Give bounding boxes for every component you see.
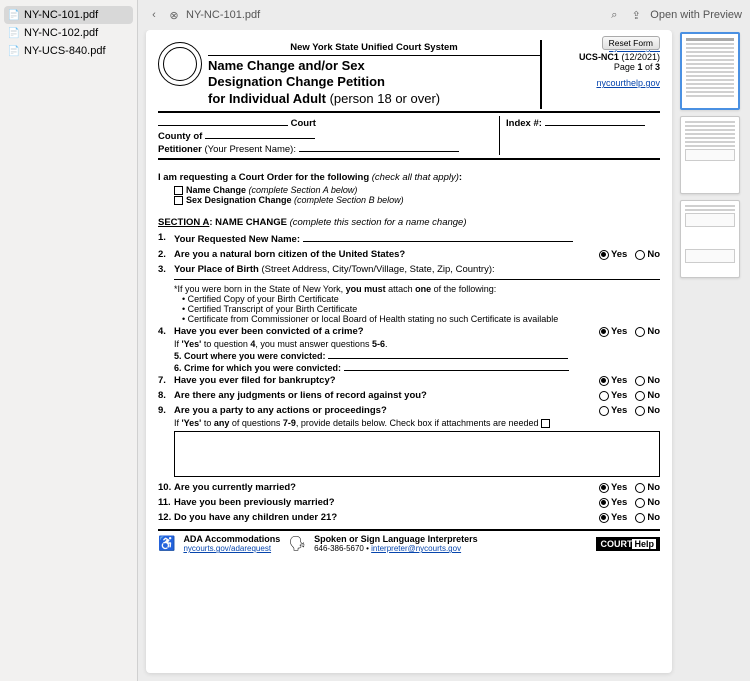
- q12-no-radio[interactable]: [635, 513, 645, 523]
- attachments-checkbox[interactable]: [541, 419, 550, 428]
- details-textbox[interactable]: [174, 431, 660, 477]
- back-icon[interactable]: ‹: [146, 7, 162, 23]
- interpreter-icon: 🗣: [288, 535, 306, 552]
- document-page[interactable]: Reset Form New York State Unified Court …: [146, 30, 672, 673]
- file-item[interactable]: 📄 NY-NC-102.pdf: [4, 24, 133, 42]
- request-intro: I am requesting a Court Order for the fo…: [158, 170, 660, 185]
- toolbar: ‹ ⊗ NY-NC-101.pdf ⌕ ⇪ Open with Preview: [138, 0, 750, 30]
- page-thumbnail-1[interactable]: [680, 32, 740, 110]
- name-change-checkbox[interactable]: [174, 186, 183, 195]
- sex-change-checkbox[interactable]: [174, 196, 183, 205]
- main-area: ‹ ⊗ NY-NC-101.pdf ⌕ ⇪ Open with Preview …: [138, 0, 750, 681]
- state-seal-icon: [158, 42, 202, 86]
- tab-title: NY-NC-101.pdf: [186, 9, 260, 21]
- file-item[interactable]: 📄 NY-NC-101.pdf: [4, 6, 133, 24]
- file-sidebar: 📄 NY-NC-101.pdf 📄 NY-NC-102.pdf 📄 NY-UCS…: [0, 0, 138, 681]
- q11-yes-radio[interactable]: [599, 498, 609, 508]
- section-a-header: SECTION A: NAME CHANGE (complete this se…: [158, 215, 660, 230]
- pdf-icon: 📄: [8, 8, 20, 22]
- form-header: New York State Unified Court System Name…: [158, 40, 660, 113]
- org-name: New York State Unified Court System: [208, 40, 540, 56]
- birth-bullets: Certified Copy of your Birth Certificate…: [158, 294, 660, 324]
- form-title: Name Change and/or Sex Designation Chang…: [208, 56, 540, 109]
- pdf-icon: 📄: [8, 26, 20, 40]
- ada-link[interactable]: nycourts.gov/adarequest: [183, 544, 280, 553]
- caption-block: Court County of Petitioner (Your Present…: [158, 113, 660, 160]
- file-name: NY-UCS-840.pdf: [24, 45, 106, 57]
- q4-yes-radio[interactable]: [599, 327, 609, 337]
- form-meta: nycourts.gov UCS-NC1 (12/2021) Page 1 of…: [540, 40, 660, 109]
- reset-form-button[interactable]: Reset Form: [602, 36, 660, 50]
- page-thumbnail-3[interactable]: [680, 200, 740, 278]
- q9-yes-radio[interactable]: [599, 406, 609, 416]
- q11-no-radio[interactable]: [635, 498, 645, 508]
- q12-yes-radio[interactable]: [599, 513, 609, 523]
- file-name: NY-NC-102.pdf: [24, 27, 98, 39]
- viewer: Reset Form New York State Unified Court …: [138, 30, 750, 681]
- interpreter-link[interactable]: interpreter@nycourts.gov: [371, 544, 461, 553]
- share-icon[interactable]: ⇪: [628, 7, 644, 23]
- birth-note: *If you were born in the State of New Yo…: [158, 284, 660, 294]
- q2-yes-radio[interactable]: [599, 250, 609, 260]
- courthelp-link[interactable]: nycourthelp.gov: [596, 78, 660, 88]
- q7-yes-radio[interactable]: [599, 376, 609, 386]
- page-footer: ♿ ADA Accommodations nycourts.gov/adareq…: [158, 529, 660, 553]
- pdf-icon: 📄: [8, 44, 20, 58]
- page-thumbnail-2[interactable]: [680, 116, 740, 194]
- document-tab: ‹ ⊗ NY-NC-101.pdf: [146, 7, 260, 23]
- file-item[interactable]: 📄 NY-UCS-840.pdf: [4, 42, 133, 60]
- q2-no-radio[interactable]: [635, 250, 645, 260]
- search-icon[interactable]: ⌕: [606, 7, 622, 23]
- q8-no-radio[interactable]: [635, 391, 645, 401]
- q10-no-radio[interactable]: [635, 483, 645, 493]
- close-tab-icon[interactable]: ⊗: [166, 7, 182, 23]
- file-name: NY-NC-101.pdf: [24, 9, 98, 21]
- q10-yes-radio[interactable]: [599, 483, 609, 493]
- q8-yes-radio[interactable]: [599, 391, 609, 401]
- courthelp-badge: COURTHelp: [596, 537, 660, 551]
- q9-no-radio[interactable]: [635, 406, 645, 416]
- thumbnail-strip: [680, 30, 742, 673]
- open-with-button[interactable]: Open with Preview: [650, 9, 742, 21]
- q7-no-radio[interactable]: [635, 376, 645, 386]
- accessibility-icon: ♿: [158, 535, 175, 552]
- q4-no-radio[interactable]: [635, 327, 645, 337]
